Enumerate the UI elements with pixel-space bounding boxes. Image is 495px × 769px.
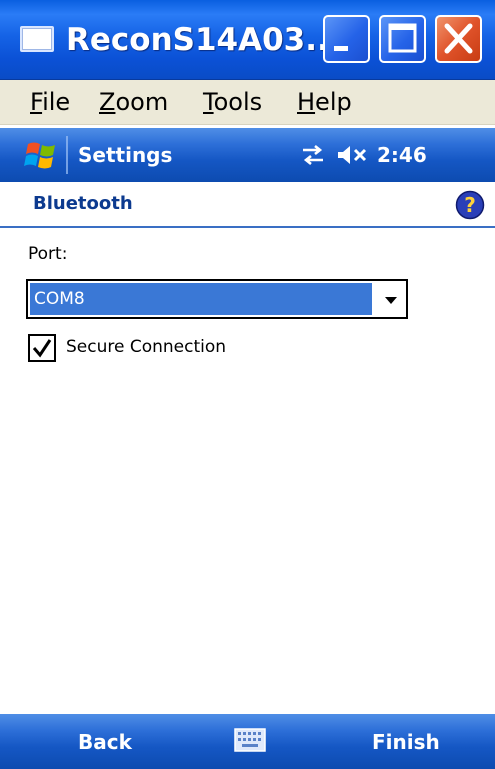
close-button[interactable]	[435, 15, 482, 63]
secure-connection-checkbox[interactable]	[28, 334, 56, 362]
menu-help-mnemonic: H	[297, 88, 316, 116]
header-divider	[0, 226, 495, 228]
keyboard-icon[interactable]	[234, 728, 266, 752]
clock-time[interactable]: 2:46	[377, 139, 427, 171]
volume-muted-icon[interactable]	[336, 142, 370, 168]
menu-tools[interactable]: Tools	[203, 86, 262, 118]
menu-file-mnemonic: F	[30, 88, 43, 116]
svg-text:?: ?	[464, 193, 476, 217]
dropdown-arrow-icon[interactable]	[380, 291, 402, 309]
minimize-button[interactable]	[323, 15, 370, 63]
menu-zoom-label: oom	[115, 88, 169, 116]
menu-tools-label: ools	[213, 88, 263, 116]
window-title-bar[interactable]: ReconS14A03...	[0, 0, 495, 80]
help-icon[interactable]: ?	[455, 190, 485, 220]
finish-softkey[interactable]: Finish	[372, 726, 440, 758]
windows-start-icon[interactable]	[24, 138, 60, 172]
connectivity-icon[interactable]	[300, 142, 326, 168]
menu-file[interactable]: File	[30, 86, 70, 118]
back-softkey[interactable]: Back	[78, 726, 132, 758]
nav-separator	[66, 136, 68, 174]
window-title: ReconS14A03...	[66, 22, 341, 58]
window-app-icon[interactable]	[20, 26, 54, 52]
menu-help[interactable]: Help	[297, 86, 352, 118]
device-nav-bar: Settings 2:46	[0, 128, 495, 182]
port-select-value: COM8	[30, 283, 372, 315]
softkey-bar: Back Finish	[0, 714, 495, 769]
page-header: Bluetooth ?	[0, 182, 495, 226]
secure-connection-label[interactable]: Secure Connection	[66, 332, 226, 362]
menu-zoom[interactable]: Zoom	[99, 86, 168, 118]
port-select[interactable]: COM8	[26, 279, 408, 319]
checkmark-icon	[32, 339, 52, 358]
page-title: Bluetooth	[33, 193, 133, 214]
menu-bar: File Zoom Tools Help	[0, 80, 495, 125]
menu-zoom-mnemonic: Z	[99, 88, 116, 116]
menu-file-label: ile	[42, 88, 71, 116]
maximize-icon	[388, 23, 417, 53]
port-label: Port:	[28, 244, 68, 264]
nav-title: Settings	[78, 143, 173, 167]
close-icon	[444, 23, 473, 54]
minimize-icon	[334, 46, 348, 51]
maximize-button[interactable]	[379, 15, 426, 63]
menu-help-label: elp	[315, 88, 352, 116]
menu-tools-mnemonic: T	[203, 88, 214, 116]
